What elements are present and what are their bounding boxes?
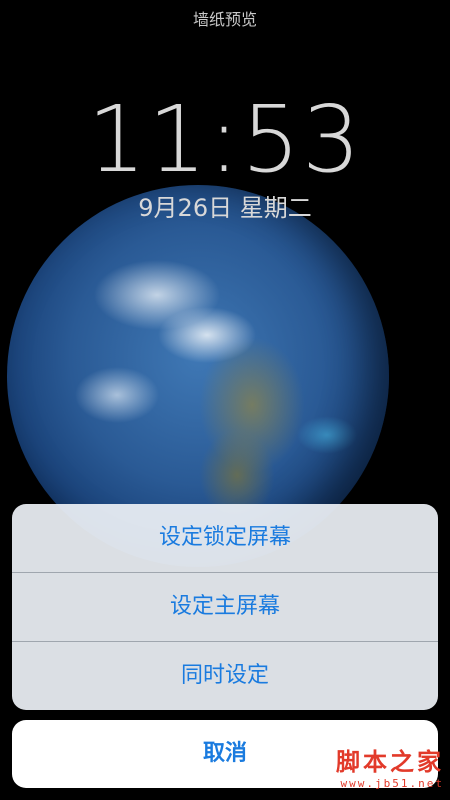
lock-screen-clock: 11:53 <box>87 86 363 193</box>
action-sheet: 设定锁定屏幕 设定主屏幕 同时设定 <box>12 504 438 710</box>
wallpaper-preview-screen: 墙纸预览 11:53 9月26日 星期二 设定锁定屏幕 设定主屏幕 同时设定 取… <box>0 0 450 800</box>
lock-screen-date: 9月26日 星期二 <box>138 194 312 222</box>
watermark-text: 脚本之家 <box>336 747 444 776</box>
set-both-button[interactable]: 同时设定 <box>12 642 438 710</box>
set-lock-screen-button[interactable]: 设定锁定屏幕 <box>12 504 438 572</box>
watermark-logo: 脚本之家 www.jb51.net <box>336 742 444 790</box>
watermark-url: www.jb51.net <box>340 777 444 790</box>
page-title: 墙纸预览 <box>192 10 257 29</box>
set-home-screen-button[interactable]: 设定主屏幕 <box>12 573 438 641</box>
